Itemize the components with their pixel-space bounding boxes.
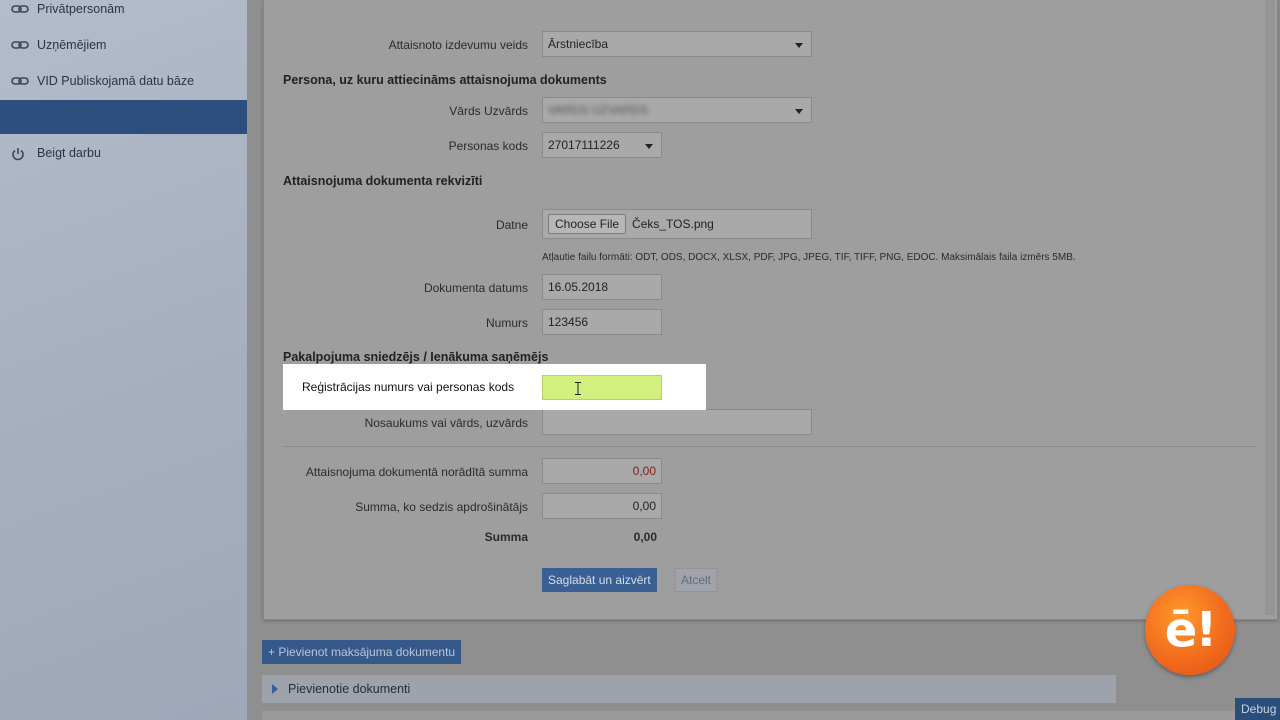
chevron-down-icon — [795, 43, 803, 48]
chevron-down-icon — [645, 144, 653, 149]
name-label: Vārds Uzvārds — [449, 104, 528, 118]
debug-button[interactable]: Debug — [1235, 698, 1280, 720]
attached-documents-label: Pievienotie dokumenti — [288, 682, 411, 696]
sidebar-item-logout[interactable]: Beigt darbu — [0, 136, 247, 170]
sidebar-item-uznemejiem[interactable]: Uzņēmējiem — [0, 28, 247, 62]
scrollbar[interactable] — [1265, 0, 1275, 615]
triangle-right-icon — [272, 684, 278, 694]
registration-number-label: Reģistrācijas numurs vai personas kods — [302, 380, 515, 394]
personal-code-value: 27017111226 — [548, 138, 620, 152]
sidebar-item-label: Beigt darbu — [37, 146, 101, 160]
sidebar-item-vid-database[interactable]: VID Publiskojamā datu bāze — [0, 64, 247, 98]
total-value: 0,00 — [633, 530, 657, 544]
sidebar-item-label: Privātpersonām — [37, 2, 125, 16]
person-section-title: Persona, uz kuru attiecināms attaisnojum… — [283, 73, 607, 87]
personal-code-select[interactable]: 27017111226 — [542, 132, 662, 158]
number-input[interactable]: 123456 — [542, 309, 662, 335]
personal-code-label: Personas kods — [448, 139, 528, 153]
sidebar-item-active[interactable] — [0, 100, 247, 134]
link-icon — [11, 3, 29, 15]
link-icon — [11, 39, 29, 51]
number-value: 123456 — [548, 315, 589, 329]
save-close-button[interactable]: Saglabāt un aizvērt — [542, 568, 657, 592]
provider-name-input[interactable] — [542, 409, 812, 435]
e-logo: ē! — [1145, 585, 1235, 675]
provider-name-label: Nosaukums vai vārds, uzvārds — [364, 416, 528, 430]
sidebar-item-label: Uzņēmējiem — [37, 38, 107, 52]
document-sum-value: 0,00 — [632, 464, 656, 478]
file-label: Datne — [495, 218, 528, 232]
form-panel — [263, 0, 1278, 620]
document-date-input[interactable]: 16.05.2018 — [542, 274, 662, 300]
add-payment-document-button[interactable]: + Pievienot maksājuma dokumentu — [262, 640, 462, 664]
document-date-value: 16.05.2018 — [548, 280, 609, 294]
document-sum-label: Attaisnojuma dokumentā norādītā summa — [305, 465, 528, 479]
highlight-callout: Reģistrācijas numurs vai personas kods — [283, 364, 706, 410]
sidebar-item-label: VID Publiskojamā datu bāze — [37, 74, 195, 88]
bottom-bar — [262, 711, 1280, 720]
link-icon — [11, 75, 29, 87]
logo-text: ē! — [1164, 602, 1217, 658]
expense-type-value: Ārstniecība — [548, 37, 609, 51]
insurer-sum-label: Summa, ko sedzis apdrošinātājs — [355, 500, 528, 514]
name-select[interactable]: VARDS UZVARDS — [542, 97, 812, 123]
file-format-hint: Atļautie failu formāti: ODT, ODS, DOCX, … — [542, 252, 1076, 263]
chevron-down-icon — [795, 109, 803, 114]
file-name: Čeks_TOS.png — [632, 217, 714, 231]
registration-number-input[interactable] — [542, 375, 662, 400]
document-section-title: Attaisnojuma dokumenta rekvizīti — [283, 174, 483, 188]
choose-file-button[interactable]: Choose File — [548, 214, 627, 234]
sidebar: Privātpersonām Uzņēmējiem VID Publiskoja… — [0, 0, 247, 720]
cancel-button[interactable]: Atcelt — [675, 568, 718, 592]
total-label: Summa — [484, 530, 528, 544]
expense-type-select[interactable]: Ārstniecība — [542, 31, 812, 57]
provider-section-title: Pakalpojuma sniedzējs / Ienākuma saņēmēj… — [283, 350, 549, 364]
document-date-label: Dokumenta datums — [423, 281, 528, 295]
document-sum-input[interactable]: 0,00 — [542, 458, 662, 484]
number-label: Numurs — [485, 316, 528, 330]
power-icon — [11, 147, 29, 161]
text-cursor-icon — [575, 382, 581, 395]
expense-type-label: Attaisnoto izdevumu veids — [388, 38, 528, 52]
sidebar-item-privatpersonam[interactable]: Privātpersonām — [0, 0, 247, 26]
attached-documents-toggle[interactable]: Pievienotie dokumenti — [262, 675, 1116, 703]
insurer-sum-value: 0,00 — [632, 499, 656, 513]
divider — [283, 446, 1257, 447]
name-value: VARDS UZVARDS — [548, 103, 649, 117]
file-input[interactable]: Choose File Čeks_TOS.png — [542, 209, 812, 239]
insurer-sum-input[interactable]: 0,00 — [542, 493, 662, 519]
